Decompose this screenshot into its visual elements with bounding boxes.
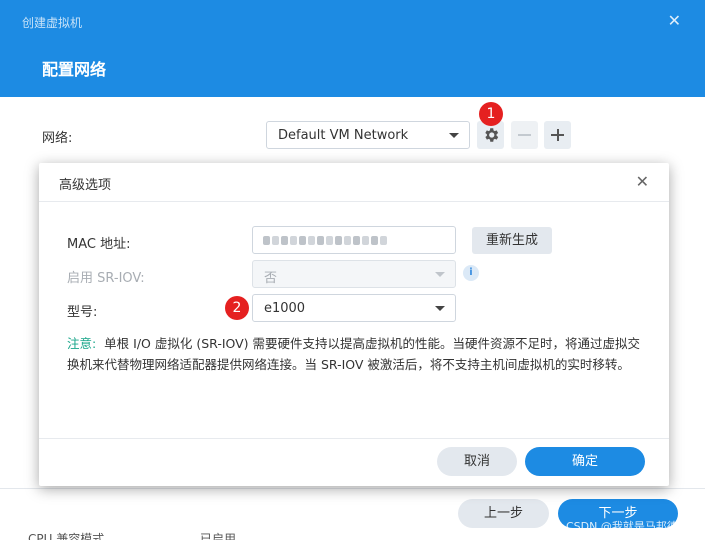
- model-label: 型号:: [67, 305, 98, 320]
- wizard-close-icon[interactable]: ✕: [668, 11, 681, 30]
- model-select[interactable]: e1000: [252, 294, 456, 322]
- dialog-close-icon[interactable]: ✕: [636, 172, 649, 191]
- annotation-badge-1: 1: [479, 102, 503, 126]
- mac-address-label: MAC 地址:: [67, 237, 131, 252]
- gear-icon: [484, 128, 498, 142]
- dialog-title: 高级选项: [59, 178, 112, 193]
- previous-step-button[interactable]: 上一步: [458, 499, 549, 528]
- dialog-footer-divider: [39, 438, 669, 439]
- step-title: 配置网络: [42, 60, 107, 79]
- chevron-down-icon: [449, 133, 459, 138]
- cpu-compat-value: 已启用: [200, 532, 237, 540]
- ok-button[interactable]: 确定: [525, 447, 645, 476]
- window-title: 创建虚拟机: [22, 16, 83, 30]
- wizard-footer-divider: [0, 488, 705, 489]
- advanced-options-dialog: 高级选项 ✕ MAC 地址: 重新生成 启用 SR-IOV: 否 i 型号: e…: [39, 163, 669, 486]
- add-network-button[interactable]: [544, 121, 571, 149]
- network-label: 网络:: [42, 131, 73, 146]
- sriov-note: 注意: 单根 I/O 虚拟化 (SR-IOV) 需要硬件支持以提高虚拟机的性能。…: [67, 333, 647, 375]
- network-select[interactable]: Default VM Network: [266, 121, 470, 149]
- mac-address-input[interactable]: [252, 226, 456, 254]
- dialog-header-divider: [39, 201, 669, 202]
- info-icon[interactable]: i: [463, 265, 479, 281]
- sriov-select-value: 否: [264, 271, 278, 286]
- sriov-label: 启用 SR-IOV:: [67, 271, 145, 286]
- watermark: CSDN @我就是马邦德: [566, 520, 678, 533]
- wizard-header: 创建虚拟机 ✕ 配置网络: [0, 0, 705, 97]
- model-select-value: e1000: [264, 301, 306, 316]
- chevron-down-icon: [435, 306, 445, 311]
- cancel-button[interactable]: 取消: [437, 447, 517, 476]
- chevron-down-icon: [435, 272, 445, 277]
- cpu-compat-label: CPU 兼容模式: [28, 532, 105, 540]
- network-select-value: Default VM Network: [278, 128, 409, 143]
- note-prefix: 注意:: [67, 336, 97, 351]
- note-text: 单根 I/O 虚拟化 (SR-IOV) 需要硬件支持以提高虚拟机的性能。当硬件资…: [67, 336, 641, 372]
- regenerate-mac-button[interactable]: 重新生成: [472, 227, 552, 254]
- sriov-select: 否: [252, 260, 456, 288]
- mac-address-blurred: [263, 236, 387, 245]
- annotation-badge-2: 2: [225, 296, 249, 320]
- remove-network-button[interactable]: [511, 121, 538, 149]
